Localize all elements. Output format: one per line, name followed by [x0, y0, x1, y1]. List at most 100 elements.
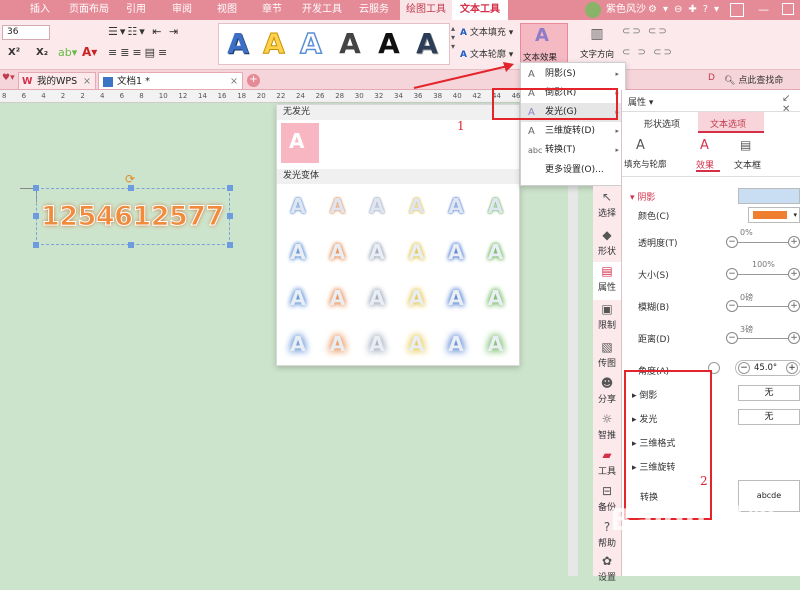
text-box[interactable]: 1254612577 [36, 188, 230, 245]
subtab-fill-outline[interactable]: 填充与轮廓 [624, 158, 667, 170]
title-icons[interactable]: ⚙▾⊖✚?▾ [648, 0, 725, 20]
text-direction-button[interactable]: ▥ 文字方向 [578, 23, 616, 65]
glow-variant-option[interactable]: A [404, 193, 430, 219]
vbar-select[interactable]: ↖ 选择 [593, 188, 621, 226]
shadow-section[interactable]: ▾ 阴影 [630, 190, 655, 203]
vbar-settings[interactable]: ✿ 设置 [593, 552, 621, 590]
angle-stepper[interactable]: − 45.0° + [735, 360, 800, 376]
resize-handle[interactable] [33, 242, 39, 248]
vbar-tools[interactable]: ▰ 工具 [593, 446, 621, 484]
vbar-upload-image[interactable]: ▧ 传图 [593, 338, 621, 376]
list-icons[interactable]: ☰▾☷▾ ⇤ ⇥ [108, 25, 180, 38]
highlight-icon[interactable]: ab▾ [58, 46, 77, 59]
resize-handle[interactable] [227, 213, 233, 219]
size-slider[interactable]: − +100% [726, 260, 800, 280]
search-box[interactable]: 🔍︎ 点此查找命 [724, 73, 783, 86]
align-icons[interactable]: ≡≣≡▤≡ [108, 46, 170, 59]
avatar[interactable] [585, 2, 601, 18]
wps-small-icon[interactable]: D [708, 73, 715, 83]
glow-select[interactable]: 无 [738, 409, 800, 425]
user-name[interactable]: 紫色风沙 [606, 0, 646, 20]
link-icons[interactable]: ⊂⊃ ⊂⊃ [622, 26, 669, 37]
maximize-icon[interactable] [782, 3, 794, 15]
break-icons[interactable]: ⊂ ⊃ ⊂⊃ [622, 47, 674, 58]
glow-variant-option[interactable]: A [285, 331, 311, 357]
tab-my-wps[interactable]: W 我的WPS × [18, 72, 96, 90]
menu-item-3d-rotate[interactable]: A 三维旋转(D) ▸ [521, 122, 625, 141]
resize-handle[interactable] [33, 213, 39, 219]
vbar-shape[interactable]: ◆ 形状 [593, 226, 621, 264]
new-tab-button[interactable]: + [247, 74, 260, 87]
tab-section[interactable]: 章节 [255, 0, 289, 20]
text-outline-button[interactable]: A 文本轮廓 ▾ [460, 47, 513, 60]
distance-slider[interactable]: − +3磅 [726, 325, 800, 344]
tab-page-layout[interactable]: 页面布局 [62, 0, 116, 20]
tab-text-tools[interactable]: 文本工具 [452, 0, 508, 20]
tab-reference[interactable]: 引用 [120, 0, 152, 20]
glow-variant-option[interactable]: A [325, 239, 351, 265]
tab-cloud[interactable]: 云服务 [350, 0, 398, 20]
props-title[interactable]: 属性 ▾ [628, 95, 653, 108]
transparency-slider[interactable]: − +0% [726, 228, 800, 248]
text-effect-button[interactable]: A 文本效果 [520, 23, 568, 63]
glow-variant-option[interactable]: A [443, 239, 469, 265]
color-picker[interactable]: ▾ [748, 207, 800, 223]
glow-variant-option[interactable]: A [364, 239, 390, 265]
glow-variant-option[interactable]: A [364, 193, 390, 219]
glow-variant-option[interactable]: A [285, 285, 311, 311]
reflection-select[interactable]: 无 [738, 385, 800, 401]
tab-view[interactable]: 视图 [210, 0, 244, 20]
vbar-share[interactable]: ☻ 分享 [593, 374, 621, 412]
rotate-handle-icon[interactable]: ⟳ [125, 172, 135, 186]
tab-shape-options[interactable]: 形状选项 [644, 117, 680, 130]
glow-variant-option[interactable]: A [443, 285, 469, 311]
close-icon[interactable]: × [83, 73, 91, 91]
glow-variant-option[interactable]: A [325, 331, 351, 357]
restore-icon[interactable] [730, 3, 744, 17]
tab-text-options[interactable]: 文本选项 [698, 112, 764, 133]
vbar-property[interactable]: ▤ 属性 [593, 262, 621, 300]
minimize-icon[interactable]: — [758, 0, 769, 20]
style-black-icon[interactable]: A [374, 28, 404, 60]
subscript-button[interactable]: X₂ [36, 47, 48, 58]
glow-variant-option[interactable]: A [404, 331, 430, 357]
vbar-limit[interactable]: ▣ 限制 [593, 300, 621, 338]
close-icon[interactable]: × [230, 73, 238, 91]
font-size-select[interactable]: 36 [2, 25, 50, 40]
minus-icon[interactable]: − [738, 362, 750, 374]
tab-drawing-tools[interactable]: 绘图工具 [400, 0, 452, 20]
glow-variant-option[interactable]: A [443, 193, 469, 219]
glow-variant-option[interactable]: A [404, 285, 430, 311]
heart-icon[interactable]: ♥▾ [2, 73, 15, 83]
glow-variant-option[interactable]: A [364, 285, 390, 311]
resize-handle[interactable] [227, 185, 233, 191]
glow-variant-option[interactable]: A [483, 193, 509, 219]
superscript-button[interactable]: X² [8, 47, 20, 58]
font-color-icon[interactable]: A▾ [82, 45, 97, 59]
text-fill-button[interactable]: A 文本填充 ▾ [460, 25, 513, 38]
resize-handle[interactable] [128, 242, 134, 248]
style-yellow-icon[interactable]: A [259, 27, 289, 60]
tab-document1[interactable]: 文档1 * × [98, 72, 243, 90]
glow-variant-option[interactable]: A [364, 331, 390, 357]
shadow-preset-select[interactable] [738, 188, 800, 204]
glow-variant-option[interactable]: A [325, 285, 351, 311]
tab-review[interactable]: 审阅 [165, 0, 199, 20]
document-text[interactable]: 1254612577 [41, 201, 225, 233]
vbar-smart[interactable]: ☼ 智推 [593, 410, 621, 448]
style-navy-icon[interactable]: A [412, 28, 442, 60]
no-glow-option[interactable]: A [281, 123, 319, 163]
menu-item-more-settings[interactable]: 更多设置(O)... [521, 161, 625, 180]
style-outline-icon[interactable]: A [296, 27, 326, 61]
blur-slider[interactable]: − +0磅 [726, 293, 800, 312]
style-gray-icon[interactable]: A [335, 28, 365, 60]
tab-insert[interactable]: 插入 [20, 0, 60, 20]
glow-variant-option[interactable]: A [285, 239, 311, 265]
glow-variant-option[interactable]: A [483, 239, 509, 265]
tab-developer[interactable]: 开发工具 [298, 0, 346, 20]
glow-variant-option[interactable]: A [483, 285, 509, 311]
resize-handle[interactable] [227, 242, 233, 248]
subtab-textbox[interactable]: 文本框 [734, 158, 761, 171]
gallery-scroll[interactable]: ▴ ▾ ▾ [451, 24, 455, 51]
glow-variant-option[interactable]: A [443, 331, 469, 357]
